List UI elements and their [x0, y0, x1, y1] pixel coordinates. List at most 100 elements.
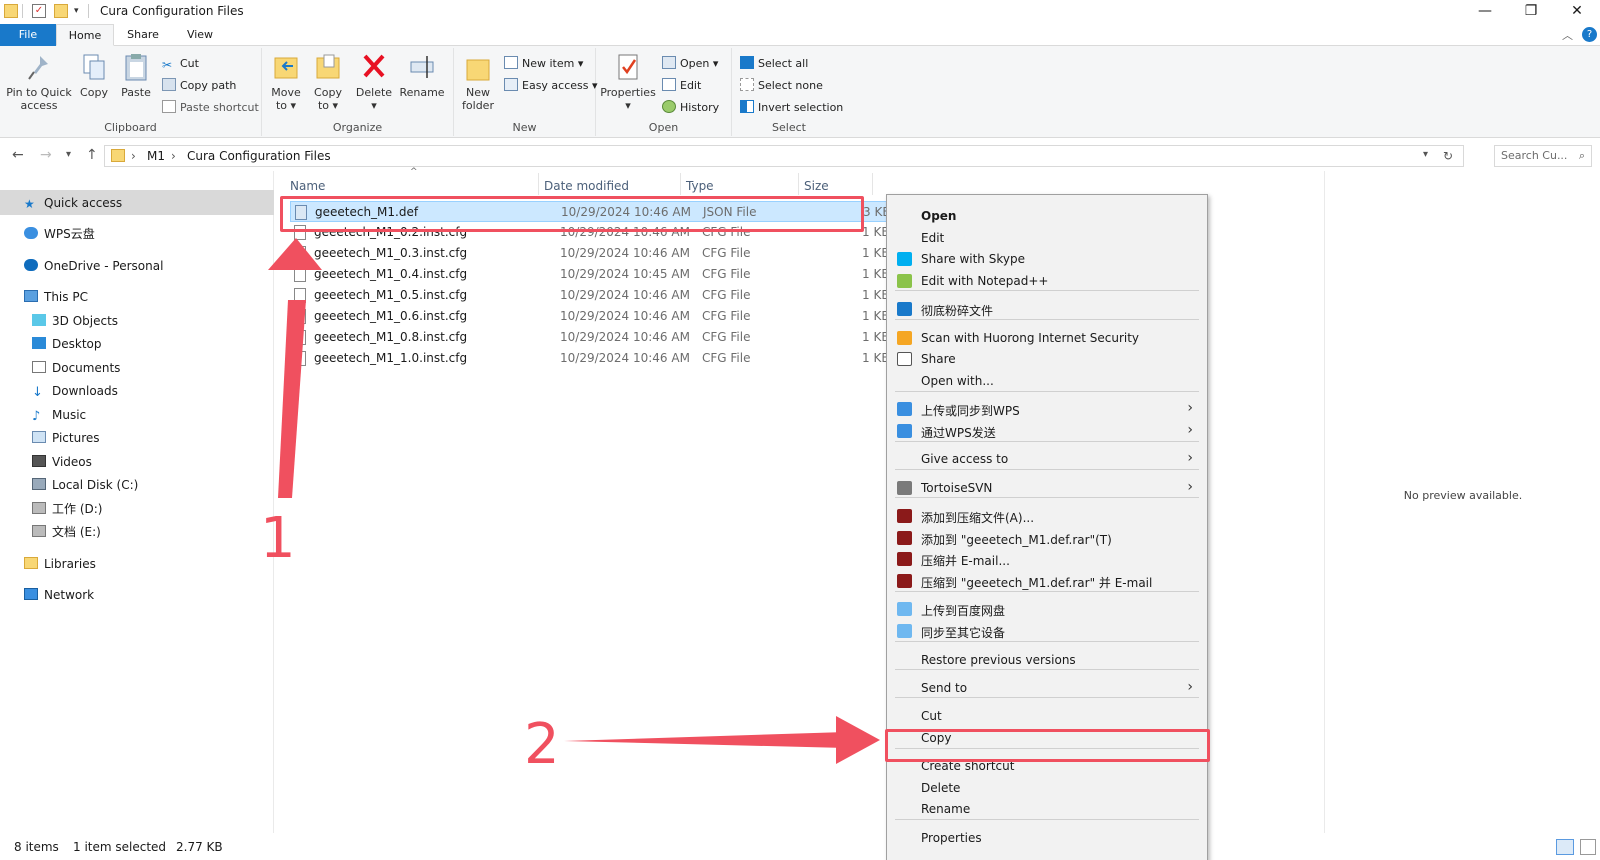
copy-button[interactable]: Copy — [76, 52, 112, 99]
paste-button[interactable]: Paste — [116, 52, 156, 99]
select-none-button[interactable]: Select none — [740, 76, 823, 96]
paste-shortcut-button[interactable]: Paste shortcut — [162, 98, 259, 118]
collapse-ribbon-icon[interactable]: ︿ — [1562, 27, 1573, 43]
new-folder-icon[interactable] — [54, 4, 68, 18]
column-divider[interactable] — [680, 173, 681, 195]
file-icon — [294, 351, 306, 366]
details-view-icon[interactable] — [1556, 839, 1574, 855]
menu-item-give-access-to[interactable]: Give access to › — [887, 448, 1207, 470]
menu-item-cut[interactable]: Cut — [887, 705, 1207, 727]
nav-item-desktop[interactable]: Desktop — [32, 333, 102, 355]
column-header-date[interactable]: Date modified — [544, 179, 629, 193]
nav-item-libraries[interactable]: Libraries — [24, 553, 96, 575]
menu-item-4[interactable]: 彻底粉碎文件 — [887, 298, 1207, 320]
menu-item-send-to[interactable]: Send to › — [887, 677, 1207, 699]
address-dropdown-icon[interactable]: ▾ — [1423, 149, 1428, 160]
new-folder-button[interactable]: New folder — [458, 52, 498, 112]
column-divider[interactable] — [872, 173, 873, 195]
menu-item-copy[interactable]: Copy — [887, 727, 1207, 749]
menu-item-wps[interactable]: 通过WPS发送 › — [887, 420, 1207, 442]
up-arrow-icon[interactable]: ↑ — [86, 147, 98, 163]
back-arrow-icon[interactable]: ← — [12, 147, 24, 163]
menu-item-share[interactable]: Share — [887, 348, 1207, 370]
nav-item-drive-d[interactable]: 工作 (D:) — [32, 498, 102, 520]
menu-item-a[interactable]: 添加到压缩文件(A)... — [887, 505, 1207, 527]
close-icon[interactable]: ✕ — [1554, 0, 1600, 24]
menu-item-rename[interactable]: Rename — [887, 798, 1207, 820]
tab-share[interactable]: Share — [114, 24, 172, 46]
nav-item-quick-access[interactable]: ★ Quick access — [24, 192, 122, 214]
cut-button[interactable]: ✂ Cut — [162, 54, 199, 74]
nav-item-downloads[interactable]: ↓ Downloads — [32, 380, 118, 402]
select-all-button[interactable]: Select all — [740, 54, 808, 74]
menu-item-edit[interactable]: Edit — [887, 227, 1207, 249]
menu-item-wps[interactable]: 上传或同步到WPS › — [887, 398, 1207, 420]
menu-item-label: Scan with Huorong Internet Security — [921, 331, 1140, 345]
cloud-icon — [24, 227, 38, 239]
breadcrumb-current[interactable]: Cura Configuration Files — [187, 149, 331, 163]
column-header-size[interactable]: Size — [804, 179, 829, 193]
customize-toolbar-icon[interactable]: ▾ — [74, 4, 88, 18]
breadcrumb-m1[interactable]: M1 — [147, 149, 165, 163]
nav-item-videos[interactable]: Videos — [32, 451, 92, 473]
refresh-icon[interactable]: ↻ — [1443, 149, 1453, 163]
help-icon[interactable]: ? — [1582, 27, 1597, 42]
minimize-icon[interactable]: — — [1462, 0, 1508, 24]
menu-item-create-shortcut[interactable]: Create shortcut — [887, 755, 1207, 777]
pin-to-quick-access-button[interactable]: Pin to Quick access — [4, 52, 74, 112]
tab-file[interactable]: File — [0, 24, 56, 46]
nav-item-local-disk-c[interactable]: Local Disk (C:) — [32, 474, 138, 496]
nav-item-drive-e[interactable]: 文档 (E:) — [32, 521, 101, 543]
restore-icon[interactable]: ❐ — [1508, 0, 1554, 24]
menu-item-e-mail[interactable]: 压缩并 E-mail... — [887, 548, 1207, 570]
menu-item-scan-with-huorong-internet-security[interactable]: Scan with Huorong Internet Security — [887, 327, 1207, 349]
nav-item-pictures[interactable]: Pictures — [32, 427, 100, 449]
menu-item-delete[interactable]: Delete — [887, 777, 1207, 799]
nav-item-wps[interactable]: WPS云盘 — [24, 223, 95, 245]
file-name: geeetech_M1_0.3.inst.cfg — [314, 246, 468, 260]
delete-button[interactable]: Delete ▾ — [354, 52, 394, 112]
menu-item-open-with[interactable]: Open with... — [887, 370, 1207, 392]
copy-to-button[interactable]: Copy to ▾ — [308, 52, 348, 112]
column-divider[interactable] — [798, 173, 799, 195]
rename-button[interactable]: Rename — [398, 52, 446, 99]
tab-view[interactable]: View — [172, 24, 228, 46]
breadcrumb-separator-icon[interactable]: › — [171, 149, 176, 163]
copy-path-button[interactable]: Copy path — [162, 76, 236, 96]
column-header-name[interactable]: Name — [290, 179, 325, 193]
menu-item-edit-with-notepad[interactable]: Edit with Notepad++ — [887, 270, 1207, 292]
menu-item-tortoisesvn[interactable]: TortoiseSVN › — [887, 477, 1207, 499]
properties-icon[interactable]: ✓ — [32, 4, 46, 18]
forward-arrow-icon[interactable]: → — [40, 147, 52, 163]
search-input[interactable]: Search Cu... ⌕ — [1494, 145, 1592, 167]
invert-selection-button[interactable]: Invert selection — [740, 98, 843, 118]
history-button[interactable]: History — [662, 98, 719, 118]
properties-button[interactable]: Properties ▾ — [600, 52, 656, 112]
nav-item-music[interactable]: ♪ Music — [32, 404, 86, 426]
menu-item-geeetech-m1-def-rar-e-mail[interactable]: 压缩到 "geeetech_M1.def.rar" 并 E-mail — [887, 570, 1207, 592]
nav-item-documents[interactable]: Documents — [32, 357, 120, 379]
new-item-button[interactable]: New item ▾ — [504, 54, 583, 74]
open-button[interactable]: Open ▾ — [662, 54, 718, 74]
nav-item-this-pc[interactable]: This PC — [24, 286, 88, 308]
nav-item-onedrive[interactable]: OneDrive - Personal — [24, 255, 163, 277]
recent-locations-icon[interactable]: ▾ — [66, 149, 71, 160]
menu-item-17[interactable]: 同步至其它设备 — [887, 620, 1207, 642]
column-header-type[interactable]: Type — [686, 179, 714, 193]
menu-item-open[interactable]: Open — [887, 205, 1207, 227]
tab-home[interactable]: Home — [56, 24, 114, 46]
menu-item-16[interactable]: 上传到百度网盘 — [887, 598, 1207, 620]
nav-item-network[interactable]: Network — [24, 584, 94, 606]
column-divider[interactable] — [538, 173, 539, 195]
move-to-button[interactable]: Move to ▾ — [266, 52, 306, 112]
easy-access-button[interactable]: Easy access ▾ — [504, 76, 598, 96]
edit-button[interactable]: Edit — [662, 76, 701, 96]
large-icons-view-icon[interactable] — [1580, 839, 1596, 855]
nav-item-3d-objects[interactable]: 3D Objects — [32, 310, 118, 332]
menu-item-restore-previous-versions[interactable]: Restore previous versions — [887, 649, 1207, 671]
menu-item-share-with-skype[interactable]: Share with Skype — [887, 248, 1207, 270]
address-box[interactable]: › M1 › Cura Configuration Files ▾ ↻ — [104, 145, 1464, 167]
menu-item-geeetech-m1-def-rar-t[interactable]: 添加到 "geeetech_M1.def.rar"(T) — [887, 527, 1207, 549]
ribbon-tabs: File Home Share View ︿ ? — [0, 24, 1600, 46]
breadcrumb-separator-icon[interactable]: › — [131, 149, 136, 163]
